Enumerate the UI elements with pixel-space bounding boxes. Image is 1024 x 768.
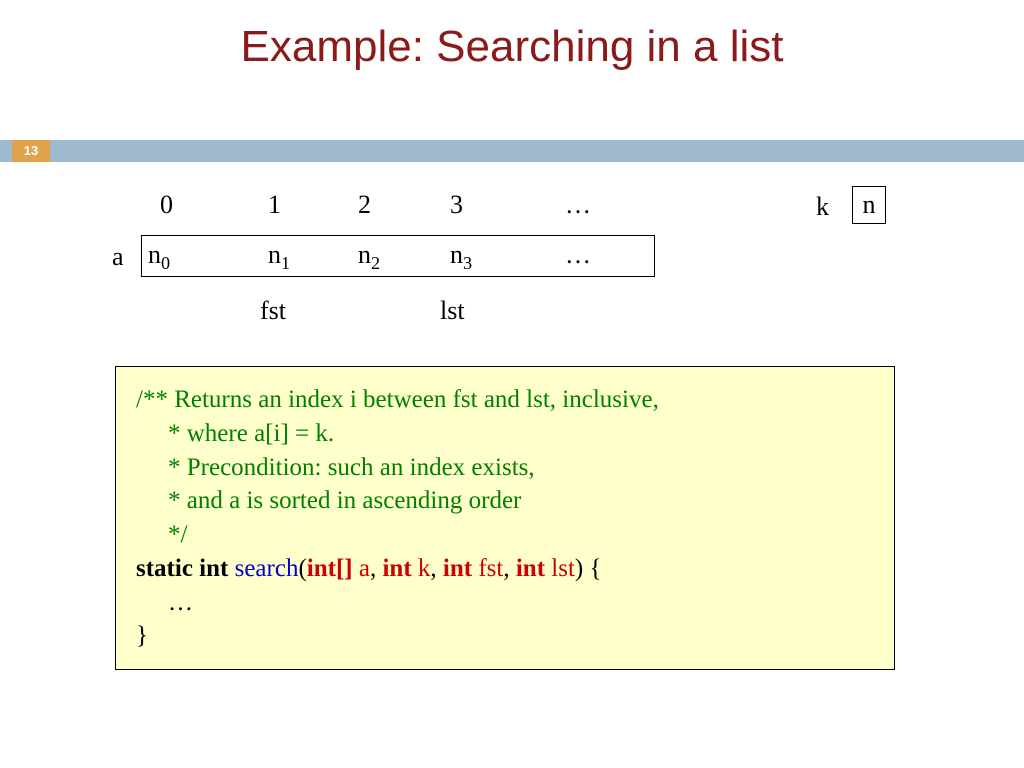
- index-3: 3: [450, 190, 463, 220]
- body-line: …: [136, 586, 874, 620]
- array-cell-1: n1: [268, 240, 290, 274]
- signature-line: static int search(int[] a, int k, int fs…: [136, 552, 874, 586]
- pointer-fst: fst: [260, 296, 286, 326]
- slide-title: Example: Searching in a list: [0, 22, 1024, 72]
- array-cell-2: n2: [358, 240, 380, 274]
- index-1: 1: [268, 190, 281, 220]
- index-0: 0: [160, 190, 173, 220]
- page-number-badge: 13: [12, 140, 50, 162]
- array-label: a: [112, 242, 124, 272]
- comment-line-4: * and a is sorted in ascending order: [136, 484, 874, 518]
- array-cell-3: n3: [450, 240, 472, 274]
- array-cell-0: n0: [148, 240, 170, 274]
- comment-line-3: * Precondition: such an index exists,: [136, 451, 874, 485]
- index-2: 2: [358, 190, 371, 220]
- array-cell-dots: …: [565, 240, 591, 270]
- k-value-box: n: [852, 186, 886, 224]
- header-bar: [0, 140, 1024, 162]
- comment-line-2: * where a[i] = k.: [136, 417, 874, 451]
- closing-brace: }: [136, 619, 874, 653]
- index-dots: …: [565, 190, 591, 220]
- k-label: k: [816, 192, 829, 222]
- pointer-lst: lst: [440, 296, 465, 326]
- code-box: /** Returns an index i between fst and l…: [115, 366, 895, 670]
- comment-line-5: */: [136, 518, 874, 552]
- comment-line-1: /** Returns an index i between fst and l…: [136, 383, 874, 417]
